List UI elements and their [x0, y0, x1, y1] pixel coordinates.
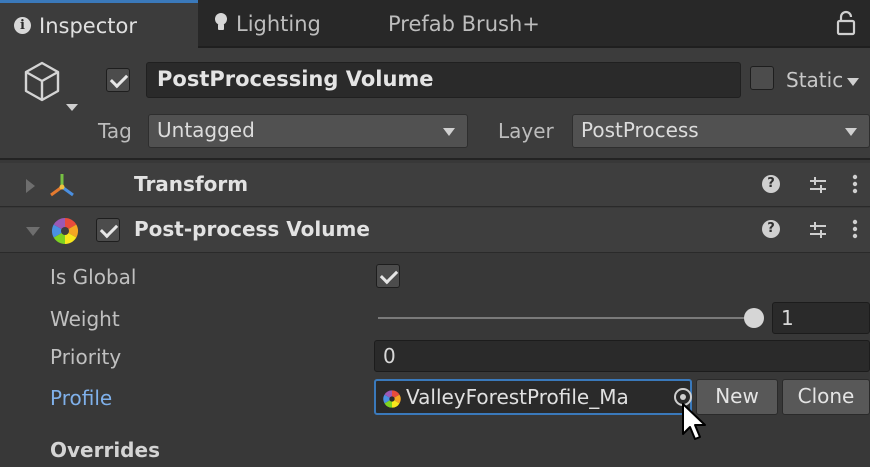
- layer-caret-icon: [845, 128, 857, 136]
- preset-icon[interactable]: [806, 173, 830, 197]
- icon-dropdown-caret-icon[interactable]: [66, 104, 78, 111]
- weight-slider-track[interactable]: [378, 317, 754, 319]
- tab-lighting-label: Lighting: [236, 12, 321, 36]
- help-icon[interactable]: ?: [762, 175, 780, 193]
- postprocess-volume-component-header[interactable]: Post-process Volume ?: [0, 208, 870, 253]
- lightbulb-icon: [214, 12, 228, 37]
- overrides-heading: Overrides: [50, 438, 160, 462]
- tab-inspector-label: Inspector: [39, 13, 137, 38]
- gameobject-name-field[interactable]: PostProcessing Volume: [146, 62, 741, 98]
- static-checkbox[interactable]: [750, 66, 774, 90]
- transform-foldout-icon[interactable]: [26, 179, 35, 193]
- is-global-label: Is Global: [50, 265, 137, 289]
- postprocess-camera-aperture-icon: [51, 217, 79, 245]
- transform-title: Transform: [134, 172, 249, 196]
- tag-value: Untagged: [157, 118, 255, 142]
- info-icon: i: [14, 17, 31, 34]
- preset-icon[interactable]: [806, 218, 830, 242]
- tab-lighting[interactable]: Lighting: [214, 0, 364, 48]
- tab-prefab-brush[interactable]: Prefab Brush+: [388, 0, 568, 48]
- kebab-menu-icon[interactable]: [852, 218, 858, 240]
- profile-asset-icon: [383, 390, 401, 408]
- tag-label: Tag: [98, 119, 132, 143]
- is-global-checkbox[interactable]: [376, 264, 400, 288]
- weight-slider-thumb[interactable]: [744, 308, 764, 328]
- layer-label: Layer: [498, 119, 554, 143]
- static-dropdown[interactable]: Static: [786, 68, 860, 92]
- weight-label: Weight: [50, 307, 120, 331]
- priority-field[interactable]: 0: [374, 340, 870, 372]
- mouse-cursor-icon: [682, 403, 706, 440]
- lock-icon[interactable]: [836, 10, 856, 36]
- volume-enabled-checkbox[interactable]: [96, 218, 120, 242]
- clone-profile-button[interactable]: Clone: [782, 379, 870, 415]
- tag-dropdown[interactable]: Untagged: [148, 114, 468, 148]
- priority-label: Priority: [50, 345, 122, 369]
- volume-foldout-icon[interactable]: [26, 227, 40, 236]
- profile-label: Profile: [50, 386, 113, 410]
- static-caret-icon: [847, 77, 860, 86]
- tag-caret-icon: [443, 128, 455, 136]
- layer-value: PostProcess: [581, 118, 699, 142]
- profile-value: ValleyForestProfile_Ma: [406, 385, 629, 409]
- tab-inspector[interactable]: i Inspector: [0, 0, 198, 48]
- weight-field[interactable]: 1: [772, 302, 870, 334]
- layer-dropdown[interactable]: PostProcess: [572, 114, 870, 148]
- tab-prefab-brush-label: Prefab Brush+: [388, 12, 540, 36]
- profile-object-field[interactable]: ValleyForestProfile_Ma: [374, 379, 692, 415]
- tab-bar: i Inspector Lighting Prefab Brush+: [0, 0, 870, 48]
- kebab-menu-icon[interactable]: [852, 173, 858, 195]
- transform-axes-icon: [50, 174, 74, 197]
- volume-title: Post-process Volume: [134, 217, 370, 241]
- help-icon[interactable]: ?: [762, 220, 780, 238]
- gameobject-cube-icon[interactable]: [22, 60, 62, 104]
- transform-component-header[interactable]: Transform ?: [0, 163, 870, 207]
- static-label: Static: [786, 68, 844, 92]
- active-checkbox[interactable]: [106, 68, 130, 92]
